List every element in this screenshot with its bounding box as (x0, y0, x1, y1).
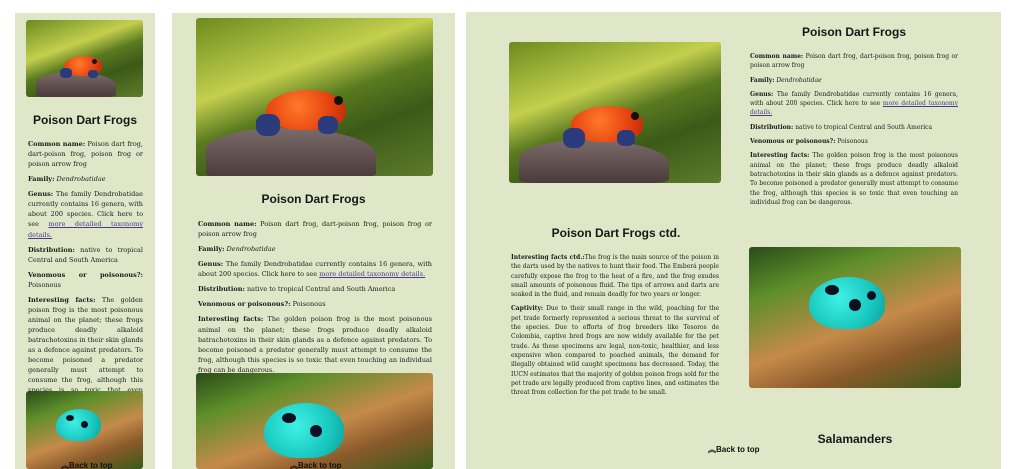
double-chevron-up-icon: ︽ (290, 461, 298, 469)
wide-layout-panel: Poison Dart Frogs Common name: Poison da… (466, 12, 1001, 469)
taxonomy-link[interactable]: more detailed taxonomy details. (28, 220, 143, 238)
family-label: Family: (198, 245, 225, 254)
back-to-top-link[interactable]: ︽Back to top (708, 444, 760, 455)
taxonomy-link[interactable]: more detailed taxonomy details. (319, 270, 425, 278)
distribution-value: native to tropical Central and South Ame… (246, 285, 396, 294)
family-label: Family: (28, 175, 55, 184)
next-section-title: Salamanders (817, 432, 893, 446)
continued-section-title: Poison Dart Frogs ctd. (551, 226, 681, 240)
venomous-label: Venomous or poisonous?: (198, 300, 291, 309)
family-label: Family: (750, 76, 775, 84)
genus-label: Genus: (28, 190, 54, 199)
common-name-label: Common name: (28, 140, 86, 148)
double-chevron-up-icon: ︽ (61, 461, 69, 469)
interesting-value: The golden poison frog is the most poiso… (198, 315, 433, 374)
distribution-value: native to tropical Central and South Ame… (795, 123, 933, 131)
captivity-label: Captivity: (511, 305, 544, 313)
medium-layout-panel: Poison Dart Frogs Common name: Poison da… (172, 13, 455, 469)
red-poison-frog-photo (509, 42, 721, 183)
common-name-label: Common name: (198, 220, 257, 228)
venomous-value: Poisonous (28, 280, 61, 289)
venomous-value: Poisonous (292, 300, 326, 309)
common-name-label: Common name: (750, 53, 804, 60)
blue-poison-frog-photo (26, 391, 143, 469)
captivity-value: Due to their small range in the wild, po… (511, 305, 719, 397)
genus-label: Genus: (750, 90, 774, 98)
interesting-label: Interesting facts: (750, 152, 810, 160)
venomous-label: Venomous or poisonous?: (28, 270, 143, 279)
page-title: Poison Dart Frogs (32, 113, 137, 127)
red-poison-frog-photo (196, 18, 433, 176)
distribution-label: Distribution: (750, 123, 794, 131)
narrow-layout-panel: Poison Dart Frogs Common name: Poison da… (15, 13, 155, 469)
distribution-label: Distribution: (28, 245, 75, 254)
family-value: Dendrobatidae (776, 76, 822, 84)
back-to-top-link[interactable]: ︽Back to top (61, 460, 113, 469)
interesting-label: Interesting facts: (28, 295, 96, 304)
red-poison-frog-photo (26, 20, 143, 97)
venomous-label: Venomous or poisonous?: (750, 138, 836, 146)
page-title: Poison Dart Frogs (801, 25, 906, 39)
genus-label: Genus: (198, 260, 224, 269)
distribution-label: Distribution: (198, 285, 245, 294)
back-to-top-link[interactable]: ︽Back to top (290, 460, 342, 469)
blue-poison-frog-photo (196, 373, 433, 469)
venomous-value: Poisonous (837, 138, 868, 146)
interesting-label: Interesting facts: (198, 315, 264, 324)
family-value: Dendrobatidae (226, 245, 276, 254)
family-value: Dendrobatidae (56, 175, 106, 184)
page-title: Poison Dart Frogs (261, 192, 366, 206)
interesting-ctd-label: Interesting facts ctd.: (511, 254, 585, 261)
interesting-value: The golden poison frog is the most poiso… (750, 152, 958, 206)
blue-poison-frog-photo (749, 247, 961, 388)
double-chevron-up-icon: ︽ (708, 445, 716, 454)
